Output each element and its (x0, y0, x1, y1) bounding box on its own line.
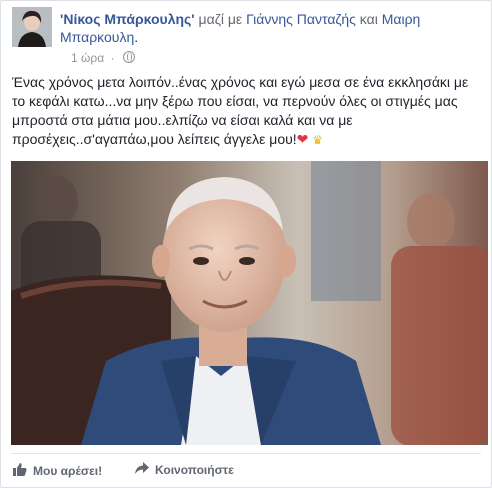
tagged-user-link-1[interactable]: Γιάννης Πανταζής (246, 11, 356, 27)
post-actions-bar: Μου αρέσει! Κοινοποιήστε (11, 453, 481, 482)
author-avatar[interactable] (12, 7, 52, 47)
with-text: μαζί με (198, 11, 243, 27)
post-body-text: Ένας χρόνος μετα λοιπόν..ένας χρόνος και… (12, 74, 469, 147)
heart-emoji-icon: ❤ (296, 131, 309, 147)
post-header-text: 'Νίκος Μπάρκουλης' μαζί με Γιάννης Παντα… (60, 10, 481, 46)
post-timestamp[interactable]: 1 ώρα (71, 51, 104, 65)
share-label: Κοινοποιήστε (155, 463, 234, 477)
post-body: Ένας χρόνος μετα λοιπόν..ένας χρόνος και… (12, 73, 479, 150)
period-text: . (134, 29, 139, 45)
and-text: και (359, 11, 378, 27)
like-label: Μου αρέσει! (33, 463, 103, 478)
post-meta: 1 ώρα · (71, 51, 135, 65)
like-button[interactable]: Μου αρέσει! (13, 462, 102, 479)
thumbs-up-icon (13, 462, 27, 479)
meta-separator: · (110, 51, 115, 65)
post-card: 'Νίκος Μπάρκουλης' μαζί με Γιάννης Παντα… (0, 0, 492, 488)
share-arrow-icon (135, 462, 149, 478)
post-photo[interactable] (11, 161, 488, 445)
post-header: 'Νίκος Μπάρκουλης' μαζί με Γιάννης Παντα… (12, 7, 481, 65)
crown-emoji-icon: ♛ (312, 133, 324, 147)
globe-icon[interactable] (122, 51, 135, 63)
share-button[interactable]: Κοινοποιήστε (135, 462, 234, 478)
author-name-link[interactable]: 'Νίκος Μπάρκουλης' (60, 11, 195, 27)
